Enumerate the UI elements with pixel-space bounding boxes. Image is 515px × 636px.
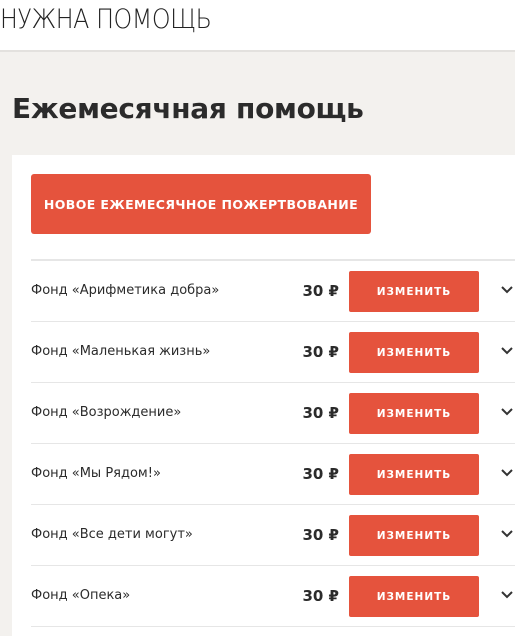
- change-button[interactable]: ИЗМЕНИТЬ: [349, 454, 479, 495]
- fund-name: Фонд «Возрождение»: [31, 405, 182, 420]
- donation-row: Фонд «Опека» 30 ₽ ИЗМЕНИТЬ: [31, 566, 515, 627]
- donation-row: Фонд «Мы Рядом!» 30 ₽ ИЗМЕНИТЬ: [31, 444, 515, 505]
- chevron-down-icon[interactable]: [500, 285, 514, 295]
- change-button[interactable]: ИЗМЕНИТЬ: [349, 271, 479, 312]
- chevron-down-icon[interactable]: [500, 468, 514, 478]
- donation-amount: 30 ₽: [302, 282, 339, 300]
- chevron-down-icon[interactable]: [500, 346, 514, 356]
- change-button[interactable]: ИЗМЕНИТЬ: [349, 332, 479, 373]
- donations-card: НОВОЕ ЕЖЕМЕСЯЧНОЕ ПОЖЕРТВОВАНИЕ Фонд «Ар…: [12, 155, 515, 636]
- chevron-down-icon[interactable]: [500, 529, 514, 539]
- fund-name: Фонд «Все дети могут»: [31, 527, 193, 542]
- donation-row: Фонд «Все дети могут» 30 ₽ ИЗМЕНИТЬ: [31, 505, 515, 566]
- change-button[interactable]: ИЗМЕНИТЬ: [349, 393, 479, 434]
- donation-row: Фонд «Арифметика добра» 30 ₽ ИЗМЕНИТЬ: [31, 261, 515, 322]
- chevron-down-icon[interactable]: [500, 590, 514, 600]
- change-button[interactable]: ИЗМЕНИТЬ: [349, 576, 479, 617]
- fund-name: Фонд «Арифметика добра»: [31, 283, 220, 298]
- donations-list: Фонд «Арифметика добра» 30 ₽ ИЗМЕНИТЬ Фо…: [31, 259, 515, 627]
- fund-name: Фонд «Опека»: [31, 588, 131, 603]
- site-logo[interactable]: НУЖНА ПОМОЩЬ: [0, 4, 212, 35]
- donation-amount: 30 ₽: [302, 465, 339, 483]
- donation-row: Фонд «Возрождение» 30 ₽ ИЗМЕНИТЬ: [31, 383, 515, 444]
- chevron-down-icon[interactable]: [500, 407, 514, 417]
- donation-amount: 30 ₽: [302, 404, 339, 422]
- donation-amount: 30 ₽: [302, 526, 339, 544]
- site-header: НУЖНА ПОМОЩЬ: [0, 0, 515, 52]
- donation-amount: 30 ₽: [302, 343, 339, 361]
- donation-row: Фонд «Маленькая жизнь» 30 ₽ ИЗМЕНИТЬ: [31, 322, 515, 383]
- donation-amount: 30 ₽: [302, 587, 339, 605]
- fund-name: Фонд «Маленькая жизнь»: [31, 344, 211, 359]
- fund-name: Фонд «Мы Рядом!»: [31, 466, 161, 481]
- page-title: Ежемесячная помощь: [12, 92, 364, 125]
- change-button[interactable]: ИЗМЕНИТЬ: [349, 515, 479, 556]
- new-monthly-donation-button[interactable]: НОВОЕ ЕЖЕМЕСЯЧНОЕ ПОЖЕРТВОВАНИЕ: [31, 174, 371, 234]
